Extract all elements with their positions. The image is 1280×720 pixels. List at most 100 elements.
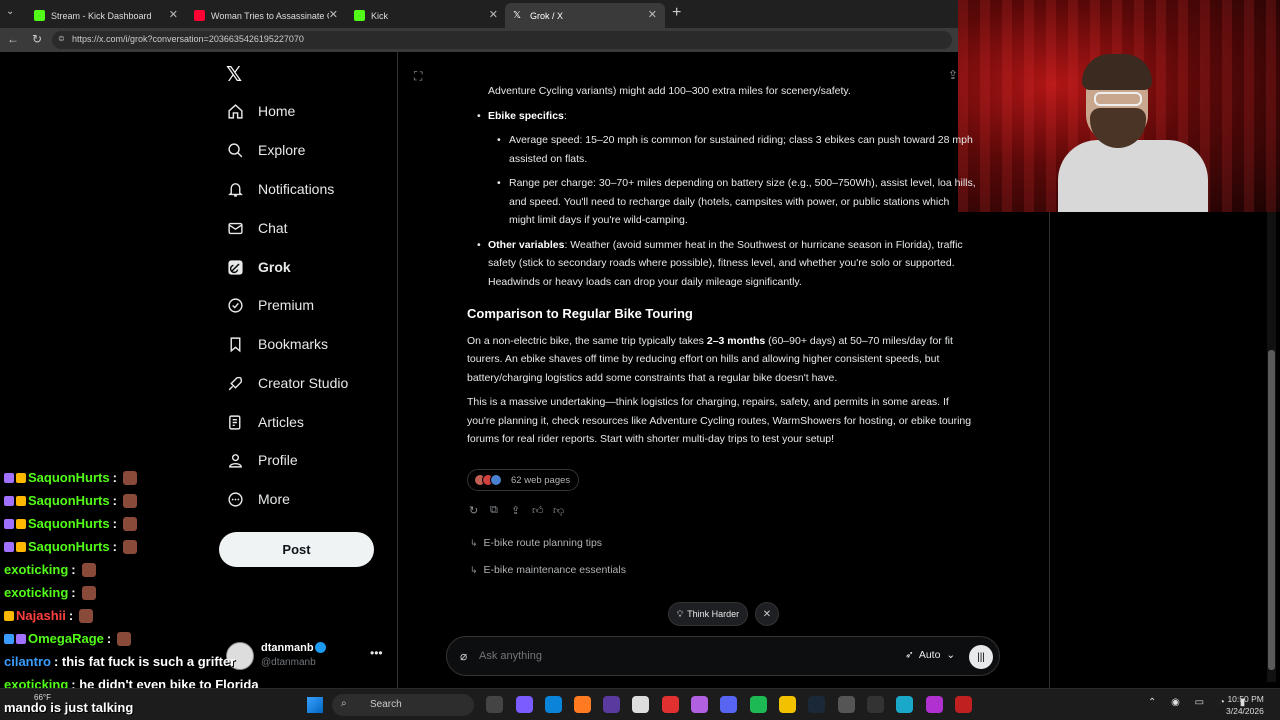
nav-item-home[interactable]: Home — [226, 96, 295, 126]
app-icon[interactable] — [955, 696, 972, 713]
chat-line: SaquonHurts: — [4, 535, 264, 558]
ask-input[interactable] — [479, 645, 879, 667]
copy-icon[interactable]: ⧉ — [490, 504, 511, 517]
nav-item-bookmarks[interactable]: Bookmarks — [226, 329, 328, 359]
close-icon[interactable]: ✕ — [648, 8, 657, 21]
app-icon[interactable] — [691, 696, 708, 713]
app-icon[interactable] — [896, 696, 913, 713]
thumbs-down-icon[interactable]: 👎︎ — [553, 504, 574, 517]
search-icon: ⌕ — [341, 698, 347, 709]
reload-icon[interactable]: ↻ — [32, 32, 42, 46]
chat-username: exoticking — [4, 562, 69, 577]
chat-message: : — [71, 585, 76, 600]
clock[interactable]: 10:50 PM 3/24/2026 — [1226, 693, 1264, 717]
taskbar-search[interactable]: ⌕ Search — [332, 694, 474, 716]
x-favicon-icon: 𝕏 — [513, 10, 522, 21]
edge-icon[interactable] — [545, 696, 562, 713]
back-arrow-icon[interactable]: ← — [7, 32, 19, 46]
share-icon[interactable]: ⇪ — [511, 504, 532, 517]
mode-label: Auto — [918, 649, 941, 661]
expand-icon[interactable]: ⛶ — [414, 69, 422, 84]
firefox-icon[interactable] — [574, 696, 591, 713]
tab-kick[interactable]: Kick ✕ — [346, 3, 506, 28]
app-icon[interactable] — [838, 696, 855, 713]
suggestion-item[interactable]: ↳ E-bike maintenance essentials — [470, 564, 626, 576]
tab-youtube-video[interactable]: Woman Tries to Assassinate Cop D ✕ — [186, 3, 346, 28]
url-field[interactable]: ⊜ https://x.com/i/grok?conversation=2036… — [52, 31, 952, 49]
nav-label: Notifications — [258, 181, 335, 197]
tab-label: Stream - Kick Dashboard — [51, 10, 152, 21]
nav-label: Grok — [258, 259, 291, 275]
rocket-icon: ➶ — [905, 649, 914, 661]
obs-icon[interactable] — [603, 696, 620, 713]
spotify-icon[interactable] — [750, 696, 767, 713]
app-icon[interactable] — [662, 696, 679, 713]
sources-button[interactable]: 62 web pages — [467, 469, 579, 491]
tab-grok[interactable]: 𝕏 Grok / X ✕ — [505, 3, 665, 28]
discord-icon[interactable] — [720, 696, 737, 713]
emote-icon — [122, 516, 137, 531]
nav-label: Home — [258, 103, 296, 119]
nav-item-chat[interactable]: Chat — [226, 213, 288, 243]
lightbulb-icon: 💡︎ — [676, 608, 684, 619]
chat-username: SaquonHurts — [28, 470, 110, 485]
column-divider — [1049, 212, 1050, 688]
nav-item-creator-studio[interactable]: Creator Studio — [226, 368, 348, 398]
badge-icon — [4, 472, 14, 483]
app-icon[interactable] — [867, 696, 884, 713]
thumbs-up-icon[interactable]: 👍︎ — [532, 504, 553, 517]
file-explorer-icon[interactable] — [779, 696, 796, 713]
emote-icon — [81, 585, 96, 600]
site-info-icon[interactable]: ⊜ — [58, 34, 65, 43]
chat-message: : this fat fuck is such a grifter — [53, 654, 236, 669]
new-tab-button[interactable]: + — [672, 4, 681, 22]
nav-item-notifications[interactable]: Notifications — [226, 174, 334, 204]
suggestion-arrow-icon: ↳ — [470, 564, 478, 575]
bullet-colon: : — [563, 109, 567, 122]
paragraph: On a non-electric bike, the same trip ty… — [467, 332, 977, 388]
nav-item-articles[interactable]: Articles — [226, 407, 304, 437]
scrollbar-thumb[interactable] — [1268, 350, 1275, 670]
tab-kick-dashboard[interactable]: Stream - Kick Dashboard ✕ — [26, 3, 186, 28]
suggestion-label: E-bike route planning tips — [483, 537, 603, 549]
nav-label: Creator Studio — [258, 375, 349, 391]
close-icon[interactable]: ✕ — [329, 8, 338, 21]
task-view-icon[interactable] — [486, 696, 503, 713]
regenerate-icon[interactable]: ↻ — [469, 504, 490, 517]
think-harder-button[interactable]: 💡︎ Think Harder — [668, 602, 748, 626]
clock-time: 10:50 PM — [1227, 694, 1264, 704]
chat-line: OmegaRage: — [4, 627, 264, 650]
list-item: Range per charge: 30–70+ miles depending… — [467, 174, 977, 230]
chrome-icon[interactable] — [632, 696, 649, 713]
nav-item-explore[interactable]: Explore — [226, 135, 305, 165]
paperclip-icon[interactable]: ⌀ — [460, 649, 467, 663]
copilot-icon[interactable] — [516, 696, 533, 713]
address-bar: ← ↻ ⊜ https://x.com/i/grok?conversation=… — [0, 28, 960, 52]
share-icon[interactable]: ⇪ — [948, 68, 958, 82]
paragraph-text: On a non-electric bike, the same trip ty… — [467, 334, 707, 347]
emote-icon — [122, 493, 137, 508]
app-icon[interactable] — [926, 696, 943, 713]
nav-item-premium[interactable]: Premium — [226, 290, 314, 320]
chat-message: : — [112, 470, 117, 485]
nav-label: Bookmarks — [258, 336, 329, 352]
suggestion-item[interactable]: ↳ E-bike route planning tips — [470, 537, 602, 549]
windows-start-icon[interactable] — [307, 697, 323, 713]
steam-icon[interactable] — [808, 696, 825, 713]
more-dots-icon[interactable]: ••• — [370, 646, 383, 660]
close-icon[interactable]: ✕ — [169, 8, 178, 21]
tab-menu-icon[interactable]: ⌄ — [6, 6, 14, 17]
badge-icon — [4, 518, 14, 529]
mail-icon — [226, 219, 244, 237]
chat-line: cilantro: this fat fuck is such a grifte… — [4, 650, 264, 673]
close-icon[interactable]: ✕ — [755, 602, 779, 626]
x-logo-icon[interactable]: 𝕏 — [226, 62, 242, 87]
chat-message: : — [68, 608, 74, 623]
chat-line: Najashii: — [4, 604, 264, 627]
section-heading: Comparison to Regular Bike Touring — [467, 306, 693, 321]
chat-username: Najashii — [16, 608, 66, 623]
mode-select[interactable]: ➶ Auto ⌄ — [905, 649, 955, 661]
voice-mode-button[interactable]: ||| — [969, 645, 993, 669]
nav-item-grok[interactable]: Grok — [226, 252, 291, 282]
close-icon[interactable]: ✕ — [489, 8, 498, 21]
